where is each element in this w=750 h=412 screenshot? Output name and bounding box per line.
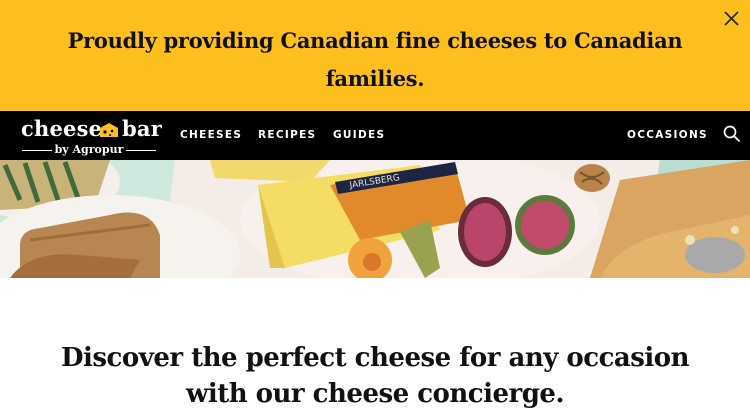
divider bbox=[22, 150, 52, 151]
close-icon[interactable] bbox=[718, 5, 744, 31]
cheese-board-photo: JARLSBERG bbox=[0, 160, 750, 278]
headline-line-2: with our cheese concierge. bbox=[185, 379, 565, 409]
logo-word-cheese: cheese bbox=[21, 116, 103, 141]
search-icon[interactable] bbox=[722, 124, 742, 144]
cheese-bar-logo[interactable]: cheese bar by Agropur bbox=[20, 116, 162, 157]
cheese-wedge-icon bbox=[99, 122, 119, 138]
headline-line-1: Discover the perfect cheese for any occa… bbox=[60, 343, 690, 373]
nav-link-recipes[interactable]: RECIPES bbox=[258, 128, 316, 142]
nav-link-cheeses[interactable]: CHEESES bbox=[180, 128, 242, 142]
banner-message: Proudly providing Canadian fine cheeses … bbox=[67, 28, 683, 91]
nav-link-occasions[interactable]: OCCASIONS bbox=[627, 128, 708, 142]
nav-link-guides[interactable]: GUIDES bbox=[333, 128, 385, 142]
logo-tagline: by Agropur bbox=[54, 143, 124, 156]
announcement-banner: Proudly providing Canadian fine cheeses … bbox=[0, 0, 750, 111]
page-headline: Discover the perfect cheese for any occa… bbox=[60, 340, 690, 412]
main-navigation: cheese bar by Agropur CHEESES RECIPES GU… bbox=[0, 111, 750, 160]
logo-word-bar: bar bbox=[122, 116, 162, 141]
divider bbox=[126, 150, 156, 151]
logo-tagline-row: by Agropur bbox=[20, 143, 158, 157]
hero-image: JARLSBERG bbox=[0, 160, 750, 278]
